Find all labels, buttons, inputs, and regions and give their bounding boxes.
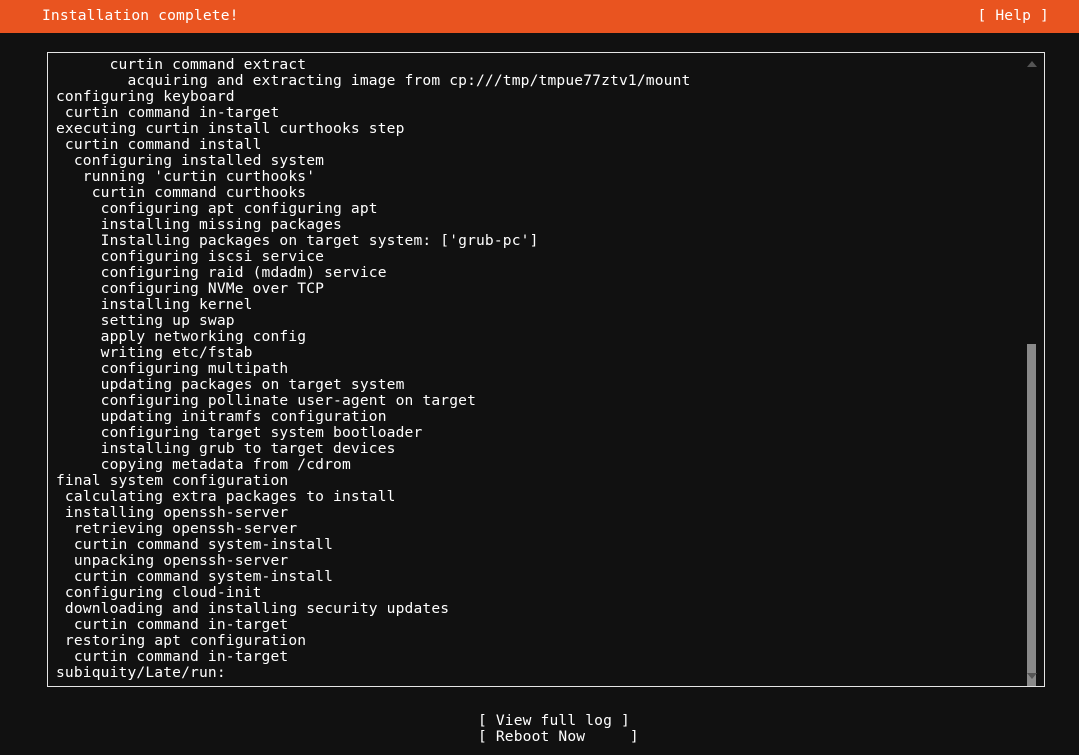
- log-line: curtin command system-install: [56, 536, 334, 553]
- reboot-now-button[interactable]: [ Reboot Now ]: [478, 729, 639, 745]
- log-line: configuring apt configuring apt: [56, 200, 378, 217]
- log-line: installing openssh-server: [56, 504, 289, 521]
- log-line: acquiring and extracting image from cp:/…: [56, 72, 691, 89]
- log-line: downloading and installing security upda…: [56, 600, 450, 617]
- log-line: Installing packages on target system: ['…: [56, 232, 539, 249]
- log-line: configuring keyboard: [56, 88, 235, 105]
- log-line: installing missing packages: [56, 216, 342, 233]
- log-line: configuring raid (mdadm) service: [56, 264, 387, 281]
- log-line: restoring apt configuration: [56, 632, 307, 649]
- log-line: final system configuration: [56, 472, 289, 489]
- log-line: updating packages on target system: [56, 376, 405, 393]
- log-line: unpacking openssh-server: [56, 552, 289, 569]
- log-line: installing grub to target devices: [56, 440, 396, 457]
- log-line: curtin command system-install: [56, 568, 334, 585]
- scrollbar-thumb[interactable]: [1027, 344, 1036, 686]
- view-full-log-button[interactable]: [ View full log ]: [478, 713, 639, 729]
- log-line: running 'curtin curthooks': [56, 168, 316, 185]
- log-line: updating initramfs configuration: [56, 408, 387, 425]
- log-line: configuring pollinate user-agent on targ…: [56, 392, 477, 409]
- install-log-panel: curtin command extract acquiring and ext…: [47, 52, 1045, 687]
- log-line: installing kernel: [56, 296, 253, 313]
- footer-buttons: [ View full log ][ Reboot Now ]: [478, 713, 639, 745]
- log-line: curtin command curthooks: [56, 184, 307, 201]
- log-line: configuring cloud-init: [56, 584, 262, 601]
- log-line: writing etc/fstab: [56, 344, 253, 361]
- log-scrollbar[interactable]: [1021, 54, 1043, 686]
- log-line: curtin command in-target: [56, 616, 289, 633]
- scroll-down-arrow-icon[interactable]: [1027, 673, 1037, 679]
- log-line: configuring iscsi service: [56, 248, 325, 265]
- log-line: curtin command install: [56, 136, 262, 153]
- log-line: configuring NVMe over TCP: [56, 280, 325, 297]
- log-line: configuring target system bootloader: [56, 424, 423, 441]
- page-title: Installation complete!: [42, 7, 239, 24]
- log-line: subiquity/Late/run:: [56, 664, 226, 681]
- log-line: configuring multipath: [56, 360, 289, 377]
- install-log-lines: curtin command extract acquiring and ext…: [48, 57, 1023, 683]
- scroll-up-arrow-icon[interactable]: [1027, 61, 1037, 67]
- log-line: executing curtin install curthooks step: [56, 120, 405, 137]
- help-button[interactable]: [ Help ]: [978, 7, 1050, 25]
- header-bar: Installation complete! [ Help ]: [0, 0, 1079, 33]
- log-line: curtin command in-target: [56, 648, 289, 665]
- log-line: configuring installed system: [56, 152, 325, 169]
- log-line: retrieving openssh-server: [56, 520, 298, 537]
- scrollbar-track[interactable]: [1021, 72, 1043, 686]
- log-line: copying metadata from /cdrom: [56, 456, 351, 473]
- log-line: apply networking config: [56, 328, 307, 345]
- log-line: calculating extra packages to install: [56, 488, 396, 505]
- log-line: curtin command in-target: [56, 104, 280, 121]
- log-line: setting up swap: [56, 312, 235, 329]
- log-line: curtin command extract: [56, 57, 307, 73]
